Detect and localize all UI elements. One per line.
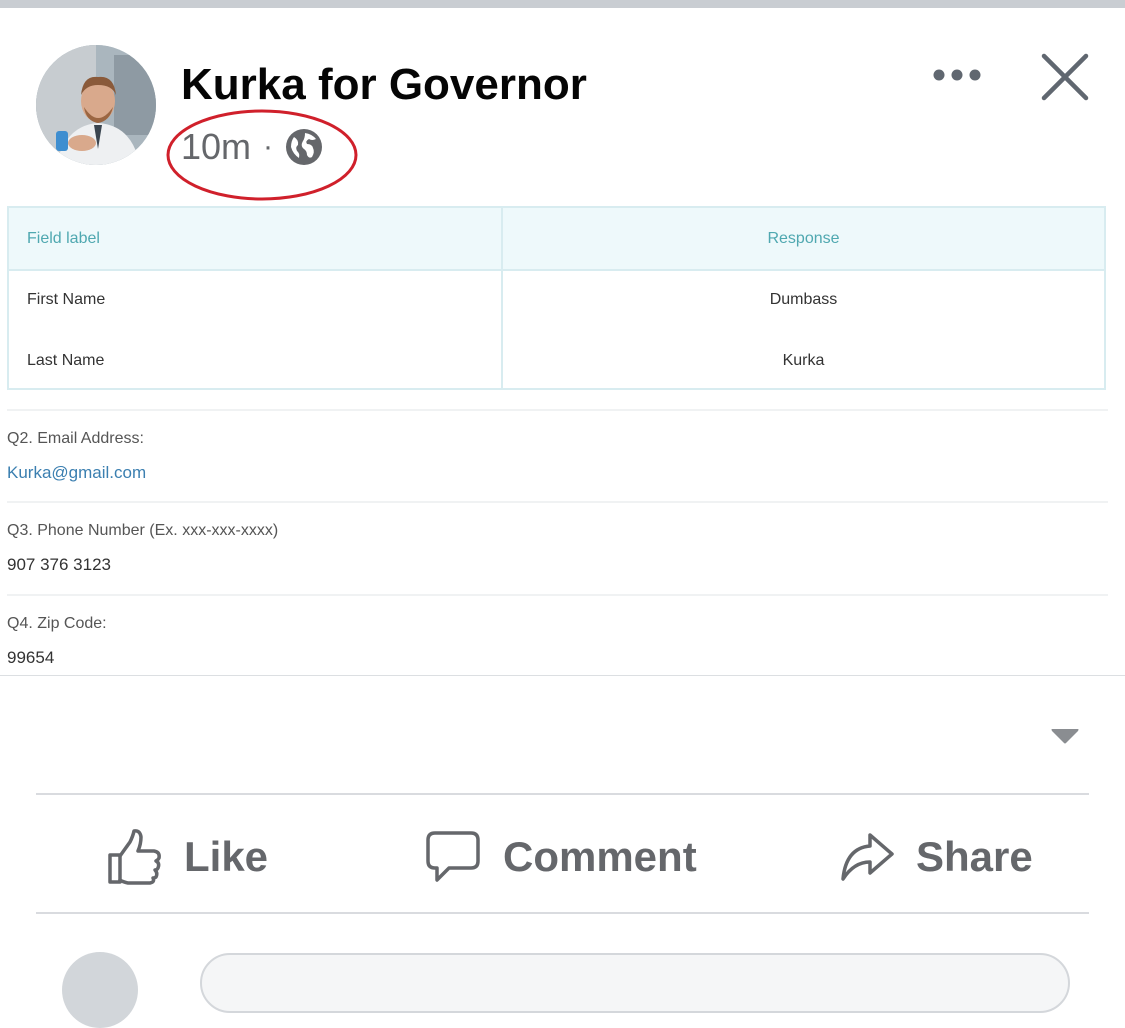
row-value-last-name: Kurka bbox=[782, 352, 825, 369]
question-zip-value: 99654 bbox=[7, 648, 55, 667]
question-email-label: Q2. Email Address: bbox=[7, 430, 144, 447]
comment-input[interactable] bbox=[200, 953, 1070, 1013]
avatar-photo bbox=[36, 45, 156, 165]
share-arrow-icon bbox=[841, 833, 894, 881]
question-divider bbox=[7, 409, 1108, 411]
divider bbox=[36, 912, 1089, 914]
close-icon[interactable] bbox=[1038, 50, 1092, 104]
divider bbox=[36, 793, 1089, 795]
top-edge-bar bbox=[0, 0, 1125, 8]
like-button[interactable]: Like bbox=[106, 822, 268, 892]
question-email-value: Kurka@gmail.com bbox=[7, 463, 147, 482]
comment-button[interactable]: Comment bbox=[425, 822, 697, 892]
avatar[interactable] bbox=[36, 45, 156, 165]
question-divider bbox=[7, 501, 1108, 503]
row-label-last-name: Last Name bbox=[27, 352, 105, 369]
commenter-avatar bbox=[62, 952, 138, 1028]
comment-label: Comment bbox=[503, 833, 697, 880]
more-options-icon[interactable] bbox=[928, 58, 988, 92]
image-bottom-edge bbox=[0, 675, 1125, 676]
page-title[interactable]: Kurka for Governor bbox=[181, 60, 587, 110]
question-phone-label: Q3. Phone Number (Ex. xxx-xxx-xxxx) bbox=[7, 522, 279, 539]
share-label: Share bbox=[916, 833, 1033, 880]
header-field-label: Field label bbox=[27, 230, 100, 247]
red-circle-annotation bbox=[166, 109, 358, 201]
question-phone-value: 907 376 3123 bbox=[7, 555, 111, 574]
row-label-first-name: First Name bbox=[27, 291, 106, 308]
header-response: Response bbox=[767, 230, 840, 247]
form-response-table: Field label Response First Name Dumbass … bbox=[7, 206, 1106, 390]
question-zip-label: Q4. Zip Code: bbox=[7, 615, 107, 632]
question-divider bbox=[7, 594, 1108, 596]
thumbs-up-icon bbox=[108, 829, 161, 885]
comment-bubble-icon bbox=[426, 831, 480, 882]
chevron-down-icon[interactable] bbox=[1050, 727, 1080, 745]
share-button[interactable]: Share bbox=[840, 822, 1033, 892]
row-value-first-name: Dumbass bbox=[769, 291, 838, 308]
like-label: Like bbox=[184, 833, 269, 880]
